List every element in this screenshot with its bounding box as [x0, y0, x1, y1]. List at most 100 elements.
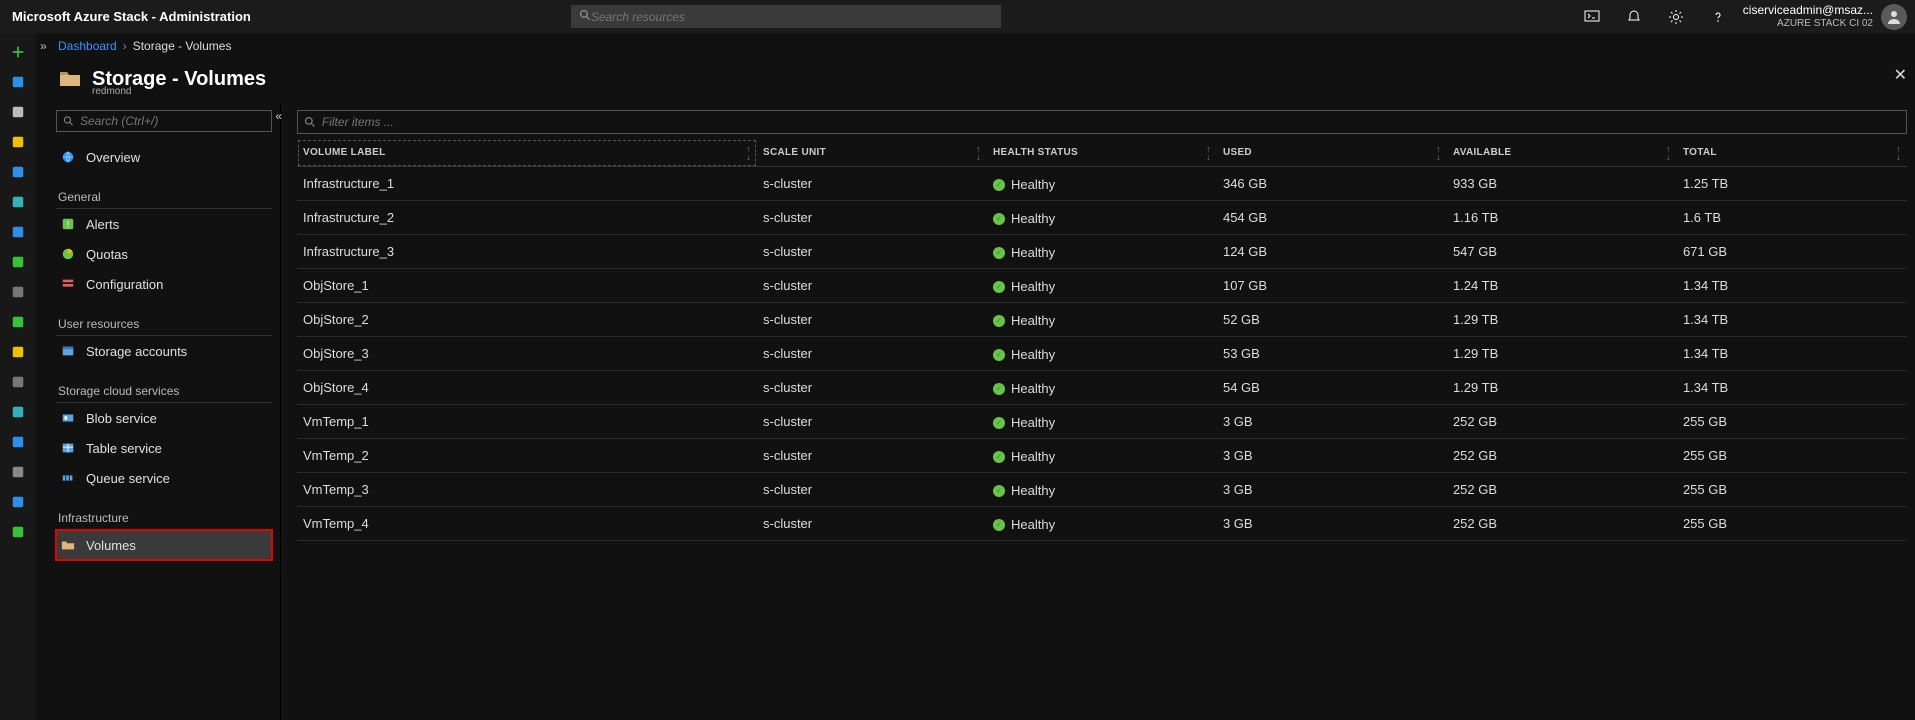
- table-row[interactable]: VmTemp_1s-clusterHealthy3 GB252 GB255 GB: [297, 405, 1907, 439]
- nav-item-volumes[interactable]: Volumes: [56, 530, 272, 560]
- cell-used: 53 GB: [1217, 337, 1447, 371]
- page-header: Storage - Volumes redmond: [58, 59, 1915, 99]
- nav-item-quotas[interactable]: Quotas: [56, 239, 272, 269]
- rail-item[interactable]: [9, 493, 27, 511]
- rail-item[interactable]: [9, 43, 27, 61]
- col-available[interactable]: Available↑↓: [1447, 139, 1677, 167]
- breadcrumb: » Dashboard › Storage - Volumes: [36, 33, 1915, 59]
- global-search[interactable]: [571, 5, 1001, 28]
- globe-icon: [60, 149, 76, 165]
- table-row[interactable]: ObjStore_3s-clusterHealthy53 GB1.29 TB1.…: [297, 337, 1907, 371]
- sort-icon: ↑↓: [746, 145, 751, 161]
- cell-available: 252 GB: [1447, 405, 1677, 439]
- cell-scale-unit: s-cluster: [757, 507, 987, 541]
- nav-label: Alerts: [86, 217, 119, 232]
- cell-used: 3 GB: [1217, 507, 1447, 541]
- collapse-menu-icon[interactable]: «: [275, 109, 282, 123]
- cell-total: 1.25 TB: [1677, 167, 1907, 201]
- sort-icon: ↑↓: [1896, 145, 1901, 161]
- rail-item[interactable]: [9, 463, 27, 481]
- table-row[interactable]: VmTemp_4s-clusterHealthy3 GB252 GB255 GB: [297, 507, 1907, 541]
- account-menu[interactable]: ciserviceadmin@msaz... AZURE STACK CI 02: [1739, 4, 1915, 30]
- col-used[interactable]: Used↑↓: [1217, 139, 1447, 167]
- rail-item[interactable]: [9, 403, 27, 421]
- cell-scale-unit: s-cluster: [757, 201, 987, 235]
- health-ok-icon: [993, 281, 1005, 293]
- cell-health: Healthy: [987, 371, 1217, 405]
- storage-icon: [60, 343, 76, 359]
- cell-total: 255 GB: [1677, 507, 1907, 541]
- cell-available: 1.24 TB: [1447, 269, 1677, 303]
- nav-item-storage-accounts[interactable]: Storage accounts: [56, 336, 272, 366]
- breadcrumb-current: Storage - Volumes: [133, 39, 232, 53]
- table-row[interactable]: Infrastructure_2s-clusterHealthy454 GB1.…: [297, 201, 1907, 235]
- rail-item[interactable]: [9, 373, 27, 391]
- breadcrumb-root[interactable]: Dashboard: [58, 39, 117, 53]
- cell-volume-label: ObjStore_4: [297, 371, 757, 405]
- table-row[interactable]: Infrastructure_1s-clusterHealthy346 GB93…: [297, 167, 1907, 201]
- table-row[interactable]: ObjStore_1s-clusterHealthy107 GB1.24 TB1…: [297, 269, 1907, 303]
- rail-item[interactable]: [9, 133, 27, 151]
- table-row[interactable]: ObjStore_2s-clusterHealthy52 GB1.29 TB1.…: [297, 303, 1907, 337]
- cell-total: 1.6 TB: [1677, 201, 1907, 235]
- cell-scale-unit: s-cluster: [757, 235, 987, 269]
- cell-volume-label: Infrastructure_2: [297, 201, 757, 235]
- nav-item-queue-service[interactable]: Queue service: [56, 463, 272, 493]
- filter-bar[interactable]: [297, 110, 1907, 134]
- help-icon[interactable]: [1697, 0, 1739, 33]
- account-directory: AZURE STACK CI 02: [1743, 18, 1873, 29]
- rail-item[interactable]: [9, 73, 27, 91]
- health-ok-icon: [993, 485, 1005, 497]
- table-row[interactable]: VmTemp_3s-clusterHealthy3 GB252 GB255 GB: [297, 473, 1907, 507]
- rail-item[interactable]: [9, 433, 27, 451]
- resource-menu: « Overview General!AlertsQuotasConfigura…: [48, 103, 281, 720]
- cell-total: 255 GB: [1677, 405, 1907, 439]
- menu-search-input[interactable]: [80, 114, 265, 128]
- col-scale-unit[interactable]: Scale Unit↑↓: [757, 139, 987, 167]
- rail-item[interactable]: [9, 313, 27, 331]
- nav-label: Quotas: [86, 247, 128, 262]
- table-row[interactable]: Infrastructure_3s-clusterHealthy124 GB54…: [297, 235, 1907, 269]
- rail-item[interactable]: [9, 343, 27, 361]
- cell-total: 255 GB: [1677, 473, 1907, 507]
- settings-icon[interactable]: [1655, 0, 1697, 33]
- cell-total: 671 GB: [1677, 235, 1907, 269]
- close-blade-button[interactable]: ✕: [1894, 65, 1907, 85]
- nav-item-table-service[interactable]: Table service: [56, 433, 272, 463]
- rail-item[interactable]: [9, 193, 27, 211]
- rail-item[interactable]: [9, 163, 27, 181]
- filter-input[interactable]: [322, 115, 1900, 129]
- folder-icon: [58, 67, 82, 91]
- rail-item[interactable]: [9, 523, 27, 541]
- expand-rail-icon[interactable]: »: [40, 39, 47, 53]
- cell-health: Healthy: [987, 303, 1217, 337]
- global-search-input[interactable]: [591, 10, 993, 24]
- col-volume-label[interactable]: Volume Label↑↓: [297, 139, 757, 167]
- config-icon: [60, 276, 76, 292]
- nav-label: Table service: [86, 441, 162, 456]
- menu-search[interactable]: [56, 110, 272, 132]
- rail-item[interactable]: [9, 283, 27, 301]
- cell-used: 3 GB: [1217, 405, 1447, 439]
- notifications-icon[interactable]: [1613, 0, 1655, 33]
- col-total[interactable]: Total↑↓: [1677, 139, 1907, 167]
- nav-item-alerts[interactable]: !Alerts: [56, 209, 272, 239]
- col-health-status[interactable]: Health Status↑↓: [987, 139, 1217, 167]
- rail-item[interactable]: [9, 253, 27, 271]
- rail-item[interactable]: [9, 223, 27, 241]
- nav-item-blob-service[interactable]: Blob service: [56, 403, 272, 433]
- cell-used: 3 GB: [1217, 439, 1447, 473]
- nav-overview[interactable]: Overview: [56, 142, 272, 172]
- cell-available: 252 GB: [1447, 473, 1677, 507]
- health-ok-icon: [993, 247, 1005, 259]
- cell-health: Healthy: [987, 167, 1217, 201]
- cloud-shell-icon[interactable]: [1571, 0, 1613, 33]
- table-row[interactable]: VmTemp_2s-clusterHealthy3 GB252 GB255 GB: [297, 439, 1907, 473]
- nav-label: Volumes: [86, 538, 136, 553]
- cell-health: Healthy: [987, 269, 1217, 303]
- cell-available: 1.29 TB: [1447, 337, 1677, 371]
- table-row[interactable]: ObjStore_4s-clusterHealthy54 GB1.29 TB1.…: [297, 371, 1907, 405]
- search-icon: [304, 116, 316, 128]
- rail-item[interactable]: [9, 103, 27, 121]
- nav-item-configuration[interactable]: Configuration: [56, 269, 272, 299]
